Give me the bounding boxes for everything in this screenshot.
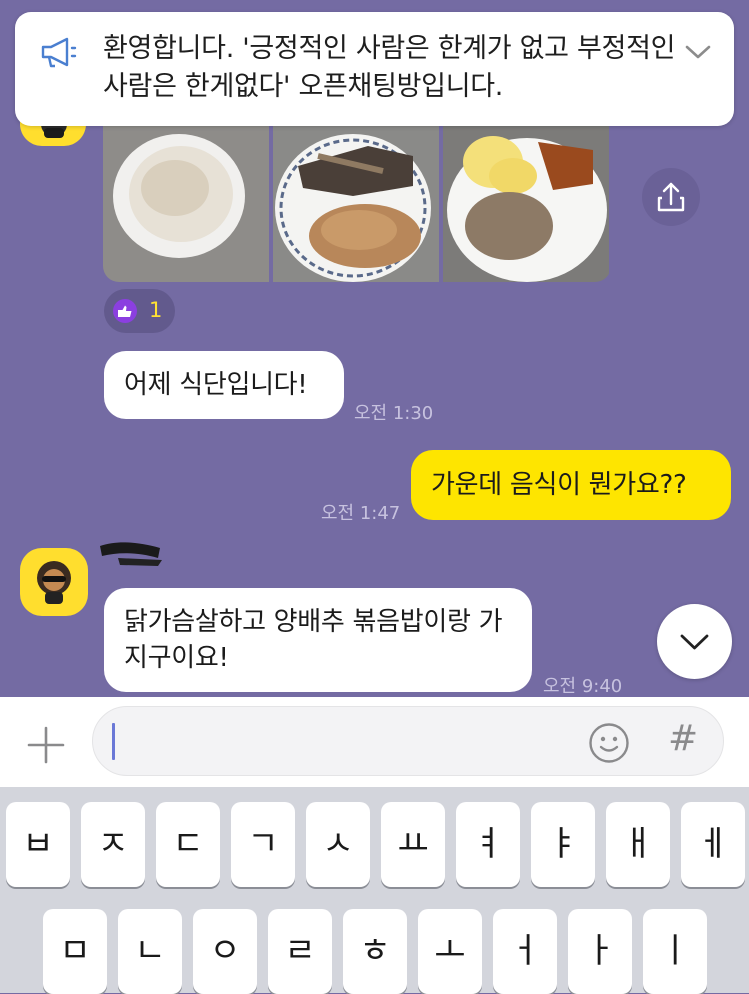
- plus-icon[interactable]: [26, 725, 66, 765]
- keyboard-key[interactable]: ㅛ: [381, 802, 445, 887]
- keyboard-key[interactable]: ㅗ: [418, 909, 482, 994]
- keyboard-key[interactable]: ㅓ: [493, 909, 557, 994]
- message-bubble[interactable]: 어제 식단입니다!: [104, 351, 344, 419]
- notice-text: 환영합니다. '긍정적인 사람은 한계가 없고 부정적인 사람은 한게없다' 오…: [103, 33, 676, 102]
- keyboard-key[interactable]: ㅇ: [193, 909, 257, 994]
- keyboard-key[interactable]: ㄴ: [118, 909, 182, 994]
- message-text: 어제 식단입니다!: [124, 370, 308, 400]
- photo-rice-porridge[interactable]: [103, 126, 269, 282]
- message-time: 오전 1:30: [354, 403, 434, 424]
- share-button[interactable]: [642, 168, 700, 226]
- message-time: 오전 9:40: [543, 676, 623, 697]
- keyboard-key[interactable]: ㅑ: [531, 802, 595, 887]
- message-text: 가운데 음식이 뭔가요??: [431, 470, 687, 500]
- my-message-bubble[interactable]: 가운데 음식이 뭔가요??: [411, 450, 731, 520]
- text-cursor: [112, 723, 115, 760]
- notice-banner[interactable]: 환영합니다. '긍정적인 사람은 한계가 없고 부정적인 사람은 한게없다' 오…: [15, 12, 734, 126]
- redacted-username: [100, 542, 162, 566]
- photo-egg-rice-plate[interactable]: [443, 126, 609, 282]
- keyboard-key[interactable]: ㅏ: [568, 909, 632, 994]
- like-reaction[interactable]: 1: [104, 289, 175, 333]
- keyboard-key[interactable]: ㅣ: [643, 909, 707, 994]
- keyboard-key[interactable]: ㅕ: [456, 802, 520, 887]
- keyboard-key[interactable]: ㄷ: [156, 802, 220, 887]
- emoji-icon[interactable]: [588, 722, 630, 764]
- keyboard-key[interactable]: ㅅ: [306, 802, 370, 887]
- keyboard-key[interactable]: ㄱ: [231, 802, 295, 887]
- sender-avatar[interactable]: [20, 548, 88, 616]
- keyboard-key[interactable]: ㄹ: [268, 909, 332, 994]
- scroll-to-bottom-button[interactable]: [657, 604, 732, 679]
- keyboard-key[interactable]: ㅎ: [343, 909, 407, 994]
- chevron-down-icon[interactable]: [682, 42, 714, 62]
- keyboard-key[interactable]: ㅈ: [81, 802, 145, 887]
- keyboard-key[interactable]: ㅁ: [43, 909, 107, 994]
- message-text: 닭가슴살하고 양배추 볶음밥이랑 가지구이요!: [124, 607, 503, 673]
- keyboard-key[interactable]: ㅂ: [6, 802, 70, 887]
- chevron-down-icon: [680, 634, 709, 650]
- share-icon: [657, 182, 685, 212]
- photo-grid[interactable]: [103, 126, 611, 282]
- message-bubble[interactable]: 닭가슴살하고 양배추 볶음밥이랑 가지구이요!: [104, 588, 532, 692]
- photo-eggplant-friedrice[interactable]: [273, 126, 439, 282]
- hashtag-button[interactable]: #: [668, 718, 698, 759]
- message-time: 오전 1:47: [321, 503, 401, 524]
- thumbs-up-icon: [113, 299, 137, 323]
- megaphone-icon: [41, 37, 77, 68]
- keyboard-key[interactable]: ㅔ: [681, 802, 745, 887]
- keyboard: ㅂㅈㄷㄱㅅㅛㅕㅑㅐㅔㅁㄴㅇㄹㅎㅗㅓㅏㅣ: [0, 787, 749, 994]
- chat-area: 1 어제 식단입니다! 오전 1:30 가운데 음식이 뭔가요?? 오전 1:4…: [0, 0, 749, 697]
- keyboard-key[interactable]: ㅐ: [606, 802, 670, 887]
- reaction-count: 1: [149, 298, 163, 322]
